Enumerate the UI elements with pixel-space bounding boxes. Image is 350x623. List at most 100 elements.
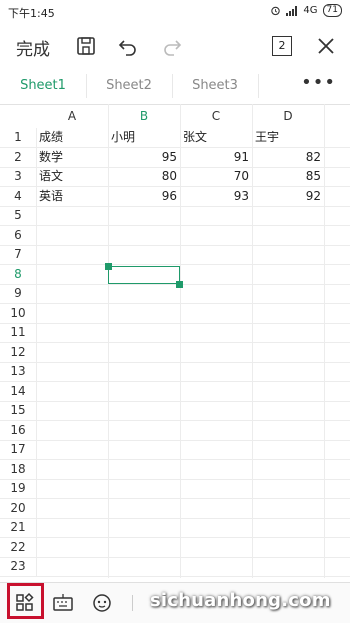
tab-sheet2[interactable]: Sheet2: [86, 68, 172, 104]
row-number[interactable]: 12: [0, 342, 37, 362]
close-icon[interactable]: [314, 34, 338, 58]
table-cell[interactable]: [255, 206, 321, 225]
table-cell[interactable]: [111, 245, 177, 264]
table-cell[interactable]: 93: [183, 187, 249, 206]
table-cell[interactable]: [255, 518, 321, 537]
table-cell[interactable]: 80: [111, 167, 177, 186]
row-number[interactable]: 7: [0, 245, 37, 264]
row-number[interactable]: 20: [0, 498, 37, 518]
table-cell[interactable]: [183, 479, 249, 498]
row-number[interactable]: 1: [0, 128, 37, 147]
table-cell[interactable]: [39, 518, 105, 537]
table-cell[interactable]: [255, 245, 321, 264]
table-cell[interactable]: [183, 518, 249, 537]
table-cell[interactable]: [255, 284, 321, 303]
selected-cell-b8[interactable]: [108, 266, 180, 284]
table-cell[interactable]: [255, 421, 321, 440]
table-cell[interactable]: [39, 557, 105, 576]
tab-sheet3[interactable]: Sheet3: [172, 68, 258, 104]
tab-sheet1[interactable]: Sheet1: [0, 68, 86, 104]
row-number[interactable]: 22: [0, 537, 37, 557]
selection-handle-start[interactable]: [105, 263, 112, 270]
table-cell[interactable]: [183, 206, 249, 225]
table-cell[interactable]: [255, 479, 321, 498]
table-cell[interactable]: [111, 557, 177, 576]
table-cell[interactable]: [183, 343, 249, 362]
table-cell[interactable]: [183, 440, 249, 459]
more-sheets-button[interactable]: •••: [301, 68, 336, 104]
table-cell[interactable]: [255, 382, 321, 401]
table-cell[interactable]: [255, 304, 321, 323]
row-number[interactable]: 4: [0, 186, 37, 206]
table-cell[interactable]: [183, 538, 249, 557]
table-cell[interactable]: [39, 284, 105, 303]
table-cell[interactable]: [111, 401, 177, 420]
table-cell[interactable]: 91: [183, 148, 249, 167]
table-cell[interactable]: [255, 401, 321, 420]
table-cell[interactable]: 96: [111, 187, 177, 206]
table-cell[interactable]: [255, 362, 321, 381]
table-cell[interactable]: [183, 362, 249, 381]
table-cell[interactable]: [39, 343, 105, 362]
row-number[interactable]: 17: [0, 440, 37, 459]
table-cell[interactable]: [39, 421, 105, 440]
row-number[interactable]: 16: [0, 420, 37, 440]
table-cell[interactable]: [255, 557, 321, 576]
row-number[interactable]: 3: [0, 167, 37, 186]
row-number[interactable]: 6: [0, 225, 37, 245]
table-cell[interactable]: 85: [255, 167, 321, 186]
table-cell[interactable]: [39, 304, 105, 323]
row-number[interactable]: 23: [0, 557, 37, 576]
table-cell[interactable]: [111, 479, 177, 498]
table-cell[interactable]: [183, 284, 249, 303]
table-cell[interactable]: [39, 538, 105, 557]
row-number[interactable]: 2: [0, 147, 37, 167]
table-cell[interactable]: [183, 226, 249, 245]
table-cell[interactable]: [183, 401, 249, 420]
row-number[interactable]: 15: [0, 401, 37, 420]
table-cell[interactable]: [39, 323, 105, 342]
table-cell[interactable]: [39, 226, 105, 245]
column-header-b[interactable]: B: [108, 104, 180, 128]
table-cell[interactable]: [255, 265, 321, 284]
table-cell[interactable]: [39, 401, 105, 420]
table-cell[interactable]: [255, 343, 321, 362]
table-cell[interactable]: [39, 265, 105, 284]
table-cell[interactable]: [111, 206, 177, 225]
table-cell[interactable]: [111, 421, 177, 440]
table-cell[interactable]: [255, 440, 321, 459]
table-cell[interactable]: [39, 382, 105, 401]
table-cell[interactable]: [183, 499, 249, 518]
table-cell[interactable]: [255, 538, 321, 557]
column-header-a[interactable]: A: [36, 104, 108, 128]
page-count-icon[interactable]: 2: [272, 36, 292, 56]
table-cell[interactable]: [39, 460, 105, 479]
table-cell[interactable]: 70: [183, 167, 249, 186]
column-header-c[interactable]: C: [180, 104, 252, 128]
row-number[interactable]: 9: [0, 284, 37, 303]
table-cell[interactable]: [111, 284, 177, 303]
undo-icon[interactable]: [116, 34, 140, 58]
table-cell[interactable]: [255, 499, 321, 518]
row-number[interactable]: 19: [0, 479, 37, 498]
table-cell[interactable]: [39, 245, 105, 264]
table-cell[interactable]: 英语: [39, 187, 105, 206]
table-cell[interactable]: [111, 440, 177, 459]
table-cell[interactable]: 小明: [111, 128, 177, 147]
row-number[interactable]: 11: [0, 323, 37, 342]
emoji-icon[interactable]: [90, 591, 114, 615]
table-cell[interactable]: [111, 323, 177, 342]
table-cell[interactable]: [39, 206, 105, 225]
table-cell[interactable]: [183, 460, 249, 479]
redo-icon[interactable]: [160, 34, 184, 58]
row-number[interactable]: 18: [0, 459, 37, 479]
table-cell[interactable]: [183, 265, 249, 284]
column-header-d[interactable]: D: [252, 104, 324, 128]
keyboard-icon[interactable]: [51, 591, 75, 615]
table-cell[interactable]: [111, 460, 177, 479]
table-cell[interactable]: 95: [111, 148, 177, 167]
row-number[interactable]: 8: [0, 264, 37, 284]
selection-handle-end[interactable]: [176, 281, 183, 288]
table-cell[interactable]: [39, 499, 105, 518]
table-cell[interactable]: [39, 479, 105, 498]
